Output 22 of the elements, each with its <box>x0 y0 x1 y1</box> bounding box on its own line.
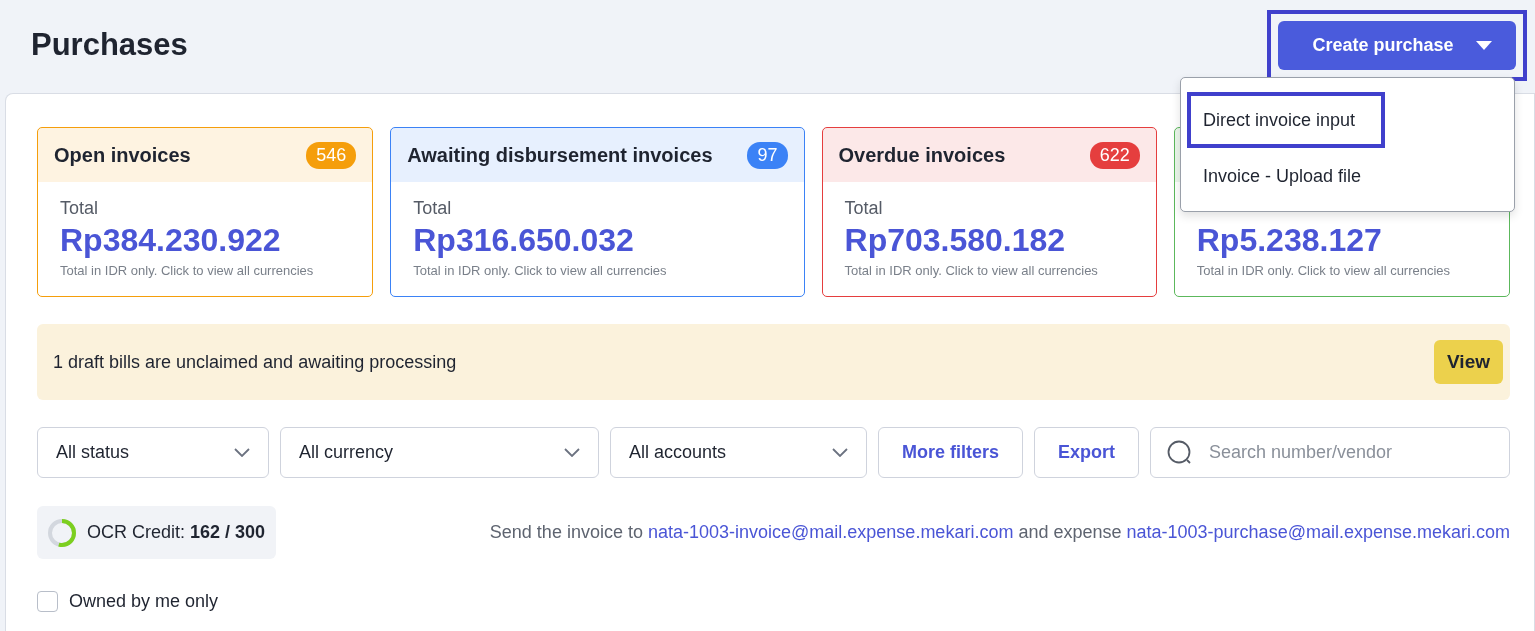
total-amount: Rp384.230.922 <box>60 222 282 259</box>
total-amount: Rp316.650.032 <box>413 222 635 259</box>
count-badge: 97 <box>747 141 788 169</box>
count-badge: 546 <box>306 141 357 169</box>
card-title: Overdue invoices <box>838 143 1006 167</box>
card-title: Awaiting disbursement invoices <box>407 143 713 167</box>
currency-note: Total in IDR only. Click to view all currencies <box>844 263 1099 278</box>
total-label: Total <box>60 198 100 220</box>
page-title: Purchases <box>31 26 188 63</box>
currency-note: Total in IDR only. Click to view all currencies <box>1196 263 1452 278</box>
notice-text: 1 draft bills are unclaimed and awaiting processing <box>53 351 457 373</box>
count-badge: 622 <box>1089 141 1140 169</box>
email-info: Send the invoice to nata-1003-invoice@mail.expense.mekari.com and expense nata-1003-purchase@mail.expense.mekari.com <box>489 522 1510 543</box>
total-label: Total <box>413 198 453 220</box>
card-title: Open invoices <box>54 143 191 167</box>
total-amount: Rp703.580.182 <box>844 222 1067 259</box>
total-label: Total <box>844 198 884 220</box>
currency-note: Total in IDR only. Click to view all currencies <box>60 263 315 278</box>
currency-note: Total in IDR only. Click to view all currencies <box>413 263 668 278</box>
ocr-credit-text: OCR Credit: 162 / 300 <box>87 522 266 543</box>
checkbox-label: Owned by me only <box>69 591 219 612</box>
total-amount: Rp5.238.127 <box>1196 222 1383 259</box>
